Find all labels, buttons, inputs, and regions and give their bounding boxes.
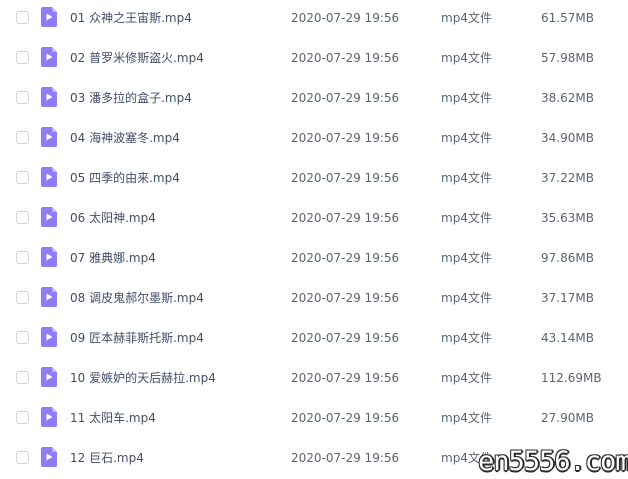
file-size: 97.86MB [541,251,594,265]
file-checkbox[interactable] [16,51,29,64]
file-checkbox[interactable] [16,411,29,424]
file-date: 2020-07-29 19:56 [291,11,400,25]
file-date: 2020-07-29 19:56 [291,51,400,65]
video-file-icon [41,7,57,27]
file-name[interactable]: 06 太阳神.mp4 [70,211,156,225]
file-checkbox[interactable] [16,171,29,184]
file-size: 57.98MB [541,51,594,65]
file-size: 35.63MB [541,211,594,225]
video-file-icon [41,407,57,427]
file-row[interactable]: 08 调皮鬼郝尔墨斯.mp4 2020-07-29 19:56 mp4文件 37.17… [0,280,628,320]
file-date: 2020-07-29 19:56 [291,371,400,385]
file-date: 2020-07-29 19:56 [291,451,400,465]
file-checkbox[interactable] [16,91,29,104]
file-name[interactable]: 05 四季的由来.mp4 [70,171,180,185]
file-row[interactable]: 03 潘多拉的盒子.mp4 2020-07-29 19:56 mp4文件 38.62M… [0,80,628,120]
file-date: 2020-07-29 19:56 [291,411,400,425]
file-type: mp4文件 [441,131,492,145]
file-type: mp4文件 [441,371,492,385]
file-type: mp4文件 [441,291,492,305]
file-list: 01 众神之王宙斯.mp4 2020-07-29 19:56 mp4文件 61.57M… [0,0,628,479]
watermark: en5556.com [478,446,628,477]
file-size: 37.17MB [541,291,594,305]
file-name[interactable]: 04 海神波塞冬.mp4 [70,131,180,145]
file-date: 2020-07-29 19:56 [291,91,400,105]
file-row[interactable]: 05 四季的由来.mp4 2020-07-29 19:56 mp4文件 37.22MB [0,160,628,200]
file-row[interactable]: 07 雅典娜.mp4 2020-07-29 19:56 mp4文件 97.86MB [0,240,628,280]
file-checkbox[interactable] [16,331,29,344]
file-size: 38.62MB [541,91,594,105]
file-checkbox[interactable] [16,211,29,224]
video-file-icon [41,47,57,67]
file-row[interactable]: 09 匠本赫菲斯托斯.mp4 2020-07-29 19:56 mp4文件 43.14… [0,320,628,360]
file-type: mp4文件 [441,411,492,425]
file-checkbox[interactable] [16,11,29,24]
file-checkbox[interactable] [16,291,29,304]
file-size: 43.14MB [541,331,594,345]
video-file-icon [41,327,57,347]
file-name[interactable]: 08 调皮鬼郝尔墨斯.mp4 [70,291,204,305]
file-size: 112.69MB [541,371,602,385]
file-checkbox[interactable] [16,451,29,464]
file-name[interactable]: 02 普罗米修斯盗火.mp4 [70,51,204,65]
file-row[interactable]: 01 众神之王宙斯.mp4 2020-07-29 19:56 mp4文件 61.57M… [0,0,628,40]
file-date: 2020-07-29 19:56 [291,211,400,225]
file-name[interactable]: 03 潘多拉的盒子.mp4 [70,91,192,105]
file-name[interactable]: 01 众神之王宙斯.mp4 [70,11,192,25]
video-file-icon [41,207,57,227]
file-size: 37.22MB [541,171,594,185]
file-size: 27.90MB [541,411,594,425]
file-row[interactable]: 02 普罗米修斯盗火.mp4 2020-07-29 19:56 mp4文件 57.98… [0,40,628,80]
file-type: mp4文件 [441,211,492,225]
file-name[interactable]: 12 巨石.mp4 [70,451,144,465]
video-file-icon [41,167,57,187]
file-name[interactable]: 11 太阳车.mp4 [70,411,156,425]
file-row[interactable]: 04 海神波塞冬.mp4 2020-07-29 19:56 mp4文件 34.90MB [0,120,628,160]
file-type: mp4文件 [441,11,492,25]
file-row[interactable]: 10 爱嫉妒的天后赫拉.mp4 2020-07-29 19:56 mp4文件 112.… [0,360,628,400]
file-date: 2020-07-29 19:56 [291,131,400,145]
file-name[interactable]: 07 雅典娜.mp4 [70,251,156,265]
file-size: 61.57MB [541,11,594,25]
file-checkbox[interactable] [16,371,29,384]
video-file-icon [41,447,57,467]
file-type: mp4文件 [441,251,492,265]
file-date: 2020-07-29 19:56 [291,171,400,185]
file-date: 2020-07-29 19:56 [291,291,400,305]
file-name[interactable]: 10 爱嫉妒的天后赫拉.mp4 [70,371,216,385]
video-file-icon [41,127,57,147]
file-date: 2020-07-29 19:56 [291,251,400,265]
file-type: mp4文件 [441,91,492,105]
video-file-icon [41,247,57,267]
file-name[interactable]: 09 匠本赫菲斯托斯.mp4 [70,331,204,345]
video-file-icon [41,367,57,387]
file-type: mp4文件 [441,171,492,185]
file-row[interactable]: 11 太阳车.mp4 2020-07-29 19:56 mp4文件 27.90MB [0,400,628,440]
video-file-icon [41,287,57,307]
file-size: 34.90MB [541,131,594,145]
file-row[interactable]: 06 太阳神.mp4 2020-07-29 19:56 mp4文件 35.63MB [0,200,628,240]
file-type: mp4文件 [441,331,492,345]
file-type: mp4文件 [441,51,492,65]
video-file-icon [41,87,57,107]
file-checkbox[interactable] [16,251,29,264]
file-date: 2020-07-29 19:56 [291,331,400,345]
file-checkbox[interactable] [16,131,29,144]
